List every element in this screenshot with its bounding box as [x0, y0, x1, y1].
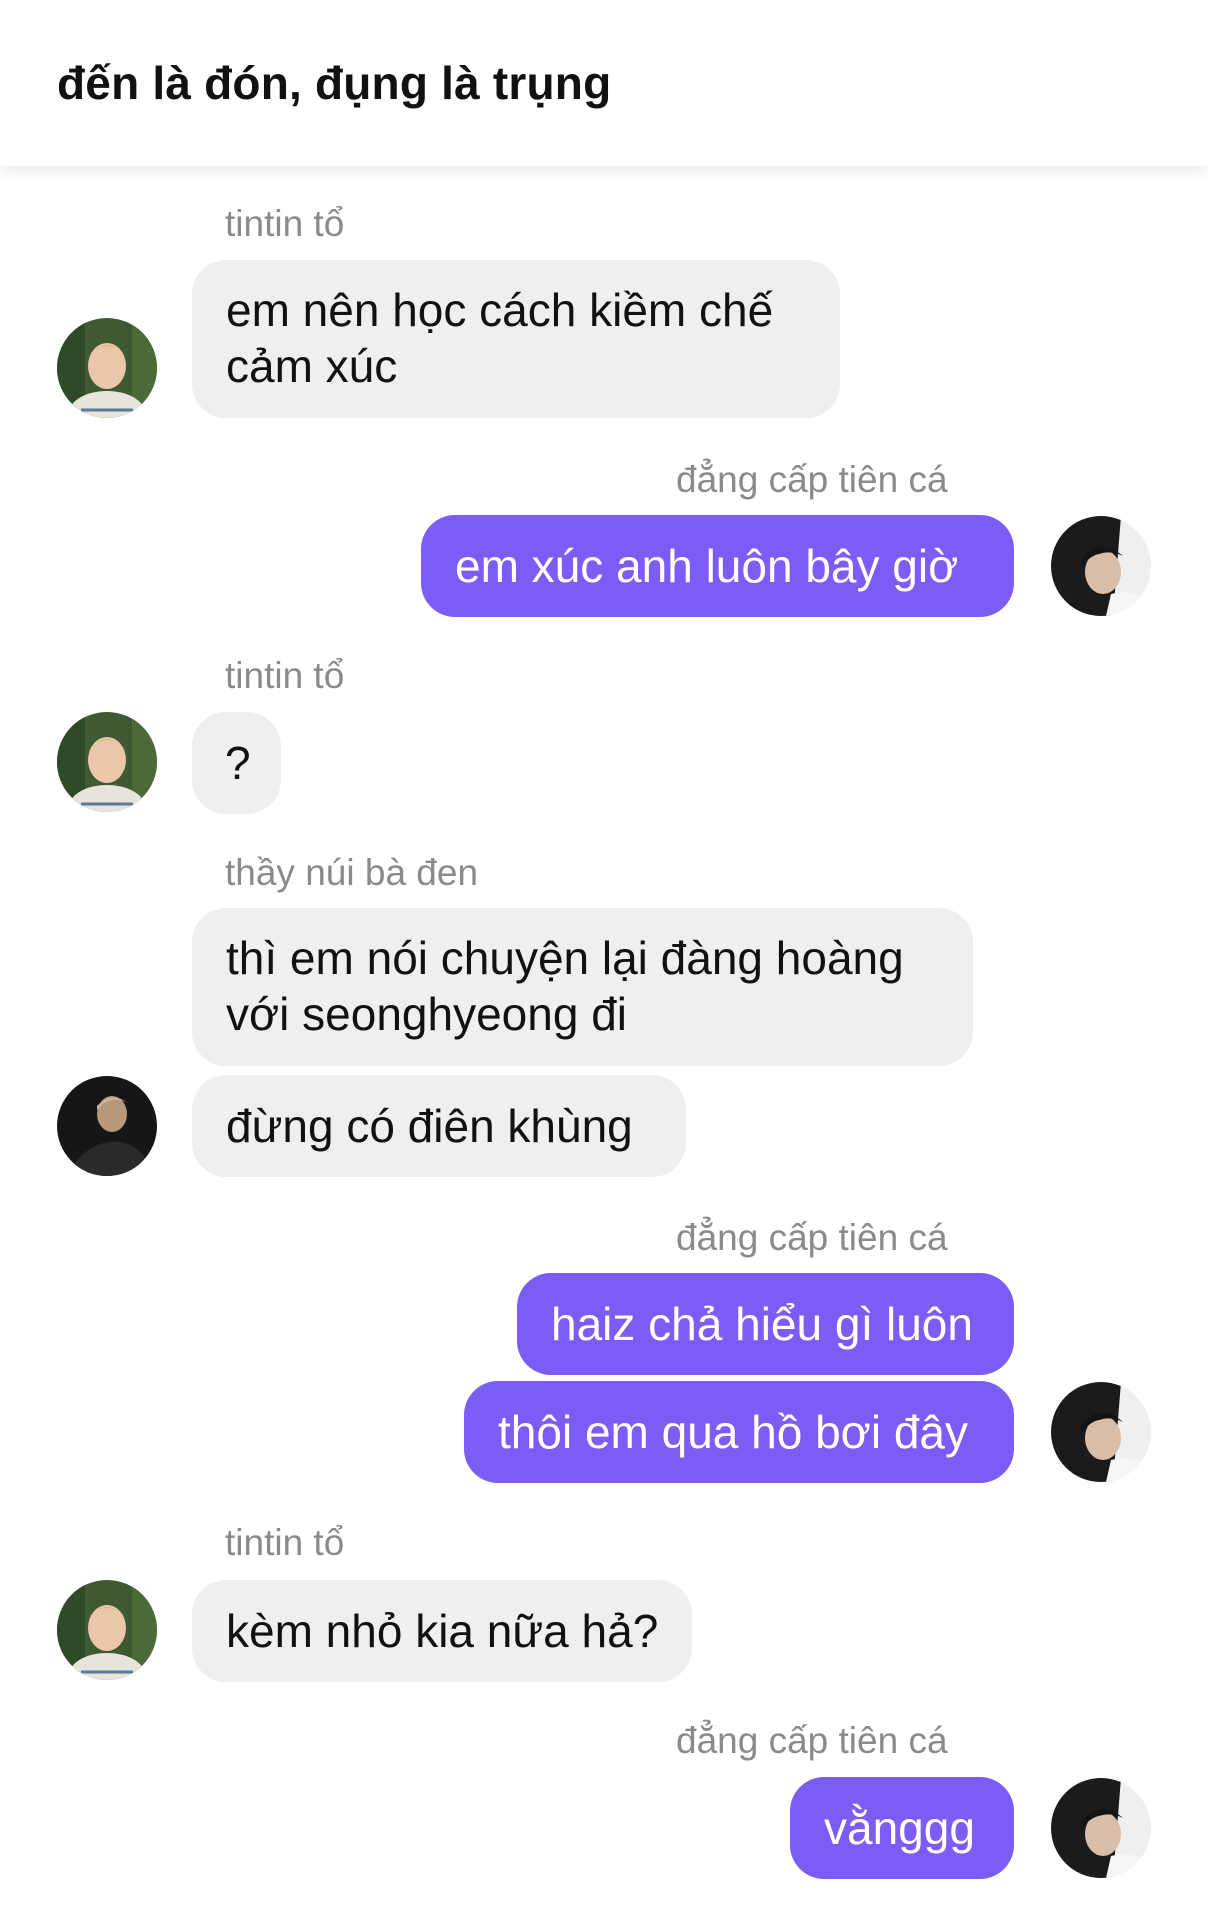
- message-bubble[interactable]: thì em nói chuyện lại đàng hoàng với seo…: [192, 908, 973, 1066]
- avatar-tintin[interactable]: [57, 1580, 157, 1680]
- message-bubble[interactable]: thôi em qua hồ bơi đây: [464, 1381, 1014, 1483]
- message-line: ?: [225, 737, 251, 789]
- avatar-photo: [1051, 1778, 1151, 1878]
- message-line: haiz chả hiểu gì luôn: [551, 1298, 973, 1350]
- message-bubble[interactable]: đừng có điên khùng: [192, 1075, 686, 1177]
- sender-name: tintin tổ: [225, 1522, 345, 1563]
- avatar-tintin[interactable]: [57, 712, 157, 812]
- avatar-dang-cap-tien-ca[interactable]: [1051, 1778, 1151, 1878]
- avatar-photo: [57, 712, 157, 812]
- sender-name: tintin tổ: [225, 203, 345, 244]
- message-bubble[interactable]: ?: [192, 712, 281, 814]
- message-bubble[interactable]: vằnggg: [790, 1777, 1014, 1879]
- avatar-photo: [1051, 516, 1151, 616]
- message-line: đừng có điên khùng: [226, 1100, 633, 1152]
- message-line: em nên học cách kiềm chế: [226, 284, 774, 336]
- avatar-dang-cap-tien-ca[interactable]: [1051, 1382, 1151, 1482]
- avatar-thay-nui-ba-den[interactable]: [57, 1076, 157, 1176]
- message-line: thì em nói chuyện lại đàng hoàng: [226, 932, 904, 984]
- message-line: kèm nhỏ kia nữa hả?: [226, 1605, 659, 1657]
- avatar-dang-cap-tien-ca[interactable]: [1051, 516, 1151, 616]
- avatar-photo: [57, 1076, 157, 1176]
- message-line: em xúc anh luôn bây giờ: [455, 540, 959, 592]
- sender-name: đẳng cấp tiên cá: [676, 459, 948, 500]
- message-bubble[interactable]: haiz chả hiểu gì luôn: [517, 1273, 1014, 1375]
- avatar-photo: [57, 1580, 157, 1680]
- avatar-photo: [1051, 1382, 1151, 1482]
- message-bubble[interactable]: kèm nhỏ kia nữa hả?: [192, 1580, 692, 1682]
- message-line: với seonghyeong đi: [226, 988, 627, 1040]
- message-line: cảm xúc: [226, 340, 398, 392]
- message-line: thôi em qua hồ bơi đây: [498, 1406, 969, 1458]
- message-bubble[interactable]: em nên học cách kiềm chế cảm xúc: [192, 260, 840, 418]
- chat-title: đến là đón, đụng là trụng: [57, 57, 612, 109]
- avatar-tintin[interactable]: [57, 318, 157, 418]
- sender-name: thầy núi bà đen: [225, 852, 479, 893]
- avatar-photo: [57, 318, 157, 418]
- chat-screen: đến là đón, đụng là trụng tintin tổ em n…: [0, 0, 1208, 1920]
- chat-header: đến là đón, đụng là trụng: [0, 0, 1208, 166]
- sender-name: tintin tổ: [225, 655, 345, 696]
- message-bubble[interactable]: em xúc anh luôn bây giờ: [421, 515, 1014, 617]
- sender-name: đẳng cấp tiên cá: [676, 1217, 948, 1258]
- sender-name: đẳng cấp tiên cá: [676, 1720, 948, 1761]
- message-line: vằnggg: [824, 1802, 975, 1854]
